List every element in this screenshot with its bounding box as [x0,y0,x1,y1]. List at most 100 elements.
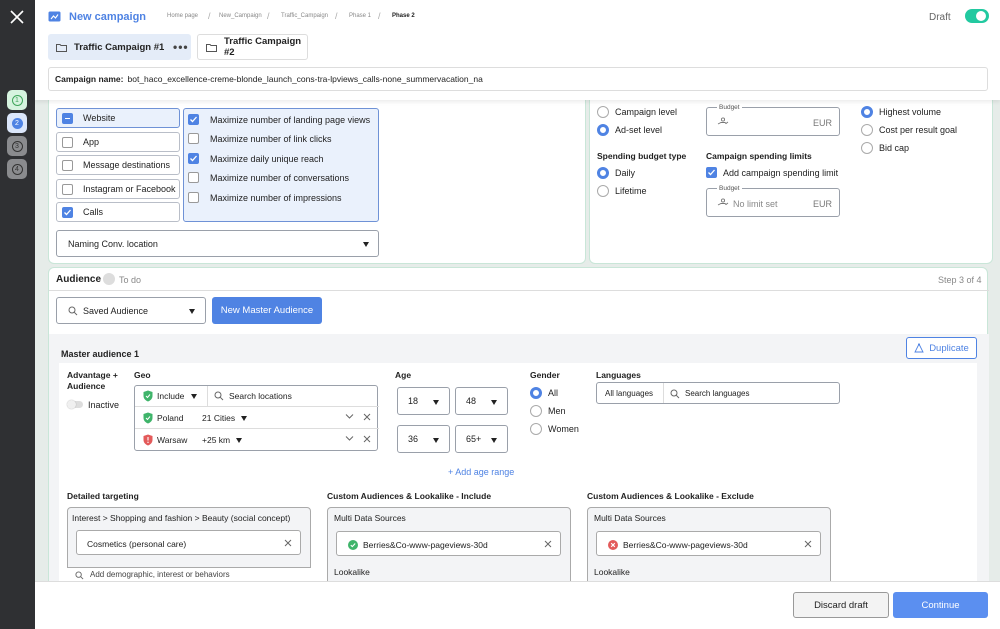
breadcrumb-phase-2: Phase 2 [392,13,415,19]
advantage-toggle[interactable] [67,400,83,409]
destination-message[interactable]: Message destinations [56,155,180,175]
budget-field[interactable]: Budget EUR [706,104,840,136]
left-rail: 1 2 3 4 [0,0,35,629]
rail-step-4[interactable]: 4 [7,159,27,179]
geo-include-select[interactable]: Include [157,391,184,401]
naming-convention-select[interactable]: Naming Conv. location [56,230,379,257]
chevron-down-icon[interactable] [345,435,354,442]
folder-icon [206,43,217,52]
close-icon[interactable] [363,435,371,443]
radio-lifetime[interactable] [597,185,609,197]
saved-audience-select[interactable]: Saved Audience [56,297,206,324]
breadcrumb-home[interactable]: Home page [167,13,198,19]
geo-include-row: Include Search locations [135,386,379,407]
rail-step-3[interactable]: 3 [7,136,27,156]
duplicate-button[interactable]: Duplicate [906,337,977,359]
breadcrumb-separator: / [208,11,211,21]
master-audience-body: Advantage + Audience Inactive Geo Includ… [59,363,977,581]
rail-step-2[interactable]: 2 [7,113,27,133]
radio-adset-level[interactable] [597,124,609,136]
destination-instagram-facebook[interactable]: Instagram or Facebook [56,179,180,199]
close-icon[interactable] [363,413,371,421]
detailed-path: Interest > Shopping and fashion > Beauty… [72,513,291,523]
radio-campaign-level[interactable] [597,106,609,118]
master-audience-title: Master audience 1 [61,349,140,359]
advantage-state: Inactive [88,400,120,410]
goal-conversations[interactable]: Maximize number of conversations [188,170,374,186]
all-languages-select[interactable]: All languages [605,389,653,398]
checkbox-icon [62,137,73,148]
breadcrumb-separator: / [267,11,270,21]
close-icon[interactable] [804,540,812,548]
tab-traffic-campaign-2[interactable]: Traffic Campaign #2 [197,34,308,60]
geo-search-input[interactable]: Search locations [229,391,292,401]
duplicate-icon [914,343,924,353]
radio-daily[interactable] [597,167,609,179]
exclude-lookalike-label: Lookalike [594,567,630,577]
shield-check-icon [143,390,153,402]
checkbox-icon [62,160,73,171]
search-icon [68,306,78,316]
radio-gender-women[interactable] [530,423,542,435]
spending-type-label: Spending budget type [597,151,687,161]
tab-traffic-campaign-1[interactable]: Traffic Campaign #1 ••• [48,34,191,60]
age-min-select-1[interactable]: 18 [397,387,450,415]
close-icon[interactable] [10,10,24,24]
radio-cost-per-result[interactable] [861,124,873,136]
geo-radius-select[interactable]: +25 km [202,435,230,445]
destination-app[interactable]: App [56,132,180,152]
more-icon[interactable]: ••• [173,40,189,54]
radio-gender-all[interactable] [530,387,542,399]
breadcrumb-new-campaign[interactable]: New_Campaign [219,13,262,19]
chevron-down-icon [241,416,247,421]
checkbox-checked-icon [62,207,73,218]
geo-box: Include Search locations Poland 21 Citie… [134,385,379,451]
radio-gender-men[interactable] [530,405,542,417]
audience-panel: Audience To do Step 3 of 4 Saved Audienc… [48,267,989,581]
age-max-select-1[interactable]: 48 [455,387,508,415]
languages-search-input[interactable]: Search languages [685,389,750,398]
goal-impressions[interactable]: Maximize number of impressions [188,190,374,206]
advantage-label: Advantage + Audience [67,370,118,391]
gender-label: Gender [530,370,560,380]
age-label: Age [395,370,412,380]
destination-calls[interactable]: Calls [56,202,180,222]
breadcrumb-traffic-campaign[interactable]: Traffic_Campaign [281,13,328,19]
destination-website[interactable]: Website [56,108,180,128]
radio-highest-volume[interactable] [861,106,873,118]
goal-daily-unique-reach[interactable]: Maximize daily unique reach [188,151,374,167]
campaign-name-field[interactable]: Campaign name: bot_haco_excellence-creme… [48,67,988,91]
rail-step-1[interactable]: 1 [7,90,27,110]
age-min-select-2[interactable]: 36 [397,425,450,453]
languages-field[interactable]: All languages Search languages [596,382,840,404]
continue-button[interactable]: Continue [893,592,988,618]
detailed-add-input[interactable]: Add demographic, interest or behaviors [67,567,311,580]
breadcrumb-phase-1[interactable]: Phase 1 [349,13,371,19]
campaign-name-value: bot_haco_excellence-creme-blonde_launch_… [127,74,483,84]
x-circle-icon [608,540,618,550]
include-sources-label: Multi Data Sources [334,513,406,523]
discard-draft-button[interactable]: Discard draft [793,592,889,618]
destination-panel: Website App Message destinations Instagr… [48,100,586,264]
goal-link-clicks[interactable]: Maximize number of link clicks [188,131,374,147]
divider [49,290,989,291]
spending-limit-field[interactable]: Budget No limit set EUR [706,185,840,217]
search-icon [670,389,680,399]
chevron-down-icon[interactable] [345,413,354,420]
checkbox-checked-icon[interactable] [706,167,717,178]
new-master-audience-button[interactable]: New Master Audience [212,297,322,324]
age-max-select-2[interactable]: 65+ [455,425,508,453]
add-age-range-link[interactable]: + Add age range [448,467,514,477]
goal-landing-page-views[interactable]: Maximize number of landing page views [188,112,374,128]
close-icon[interactable] [284,539,292,547]
geo-row-warsaw: Warsaw +25 km [135,430,379,451]
exclude-sources-label: Multi Data Sources [594,513,666,523]
include-box: Multi Data Sources Berries&Co-www-pagevi… [327,507,571,581]
chevron-down-icon [236,438,242,443]
chevron-down-icon [191,394,197,399]
draft-toggle[interactable] [965,9,989,23]
spending-limits-label: Campaign spending limits [706,151,812,161]
radio-bid-cap[interactable] [861,142,873,154]
close-icon[interactable] [544,540,552,548]
geo-detail-select[interactable]: 21 Cities [202,413,235,423]
